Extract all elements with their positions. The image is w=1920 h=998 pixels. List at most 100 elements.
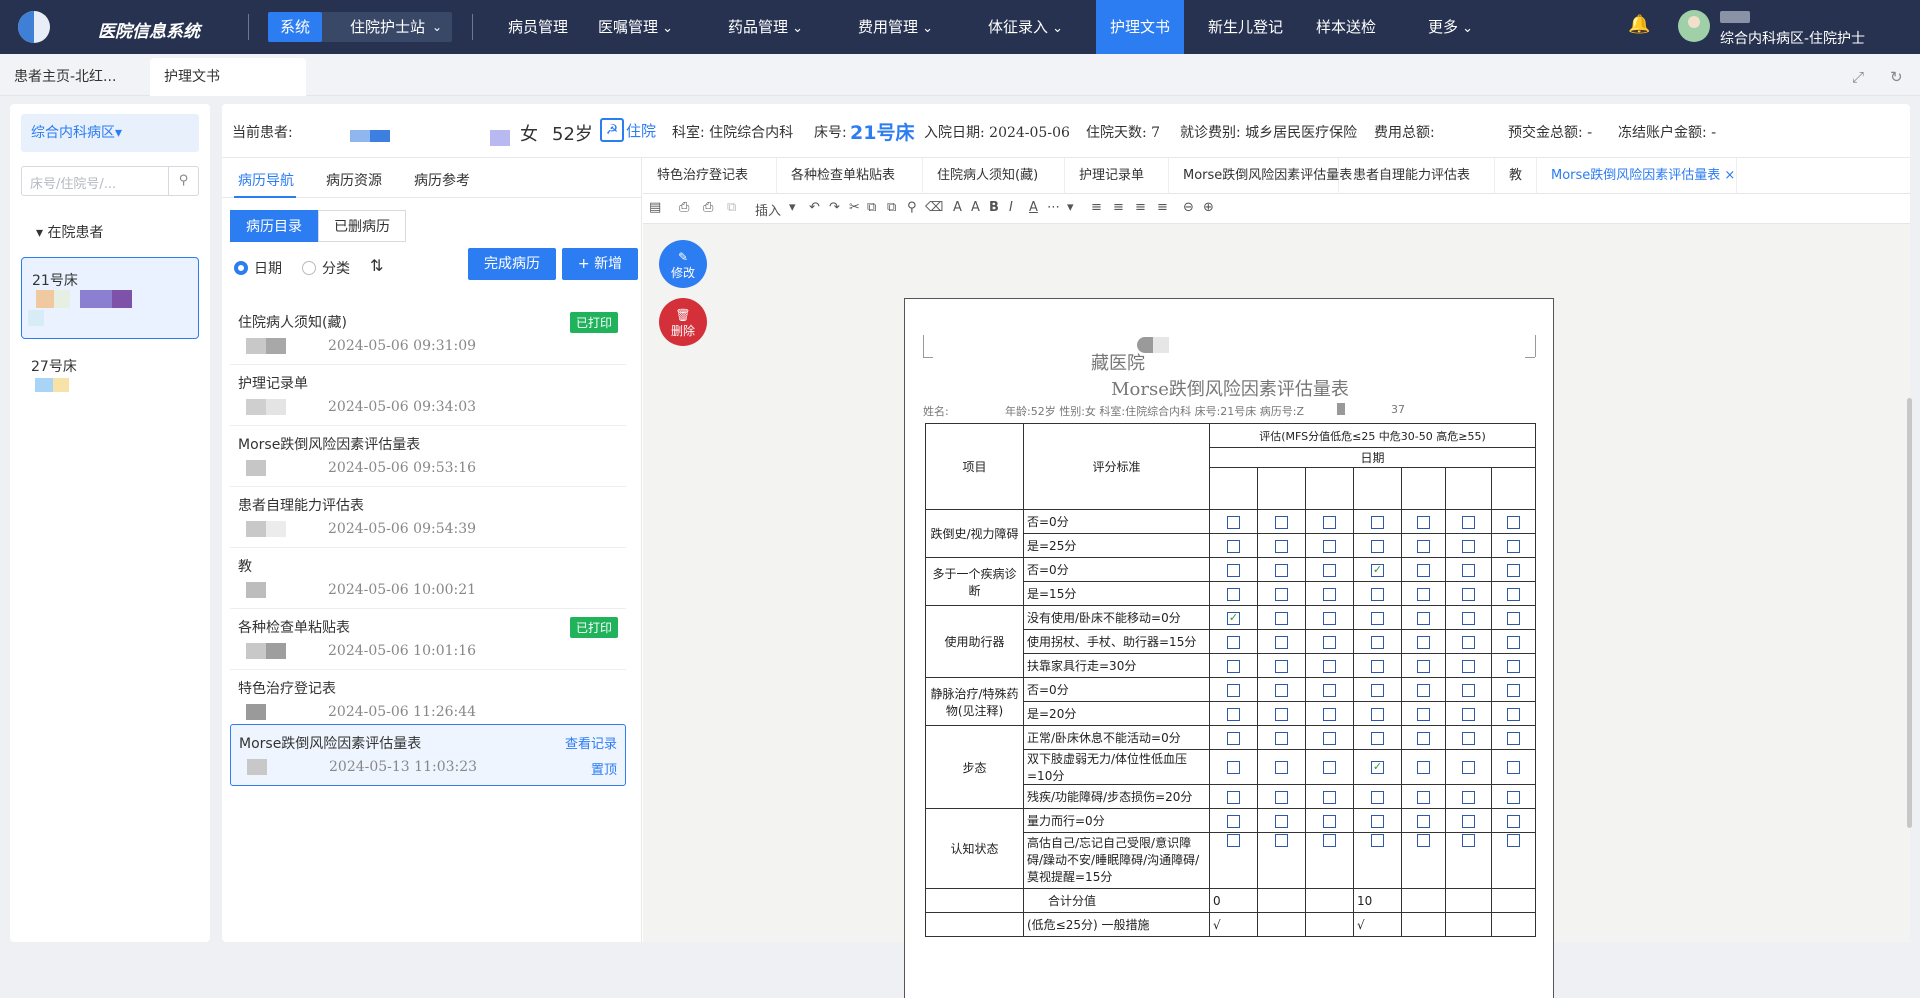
paste-icon[interactable]: ⧉ [887,200,896,215]
checkbox-icon[interactable] [1462,731,1475,745]
checked-box-icon[interactable]: ✓ [1227,611,1240,625]
checkbox-icon[interactable] [1227,635,1240,649]
nav-item-7[interactable]: 样本送检 [1316,0,1376,54]
checked-box-icon[interactable]: ✓ [1371,761,1384,774]
checkbox-icon[interactable] [1417,659,1430,673]
nav-item-2[interactable]: 药品管理 ⌄ [728,0,803,54]
patient-search-input[interactable]: 床号/住院号/... ⚲ [21,166,199,196]
checkbox-icon[interactable] [1462,707,1475,721]
doc-tab[interactable]: 护理记录单 [1065,158,1169,194]
font-icon[interactable]: A [953,200,962,215]
nav-item-0[interactable]: 病员管理 [508,0,568,54]
checkbox-icon[interactable] [1462,515,1475,529]
user-ward-label[interactable]: 综合内科病区-住院护士 [1720,28,1865,48]
lock-icon[interactable]: ⚲ [907,200,917,215]
checkbox-icon[interactable] [1507,731,1520,745]
list-icon[interactable]: ≡ [1091,200,1102,215]
align-right-icon[interactable]: ≡ [1157,200,1168,215]
complete-record-button[interactable]: 完成病历 [468,248,556,280]
record-item[interactable]: 特色治疗登记表 2024-05-06 11:26:44 [230,670,626,731]
deleted-records-button[interactable]: 已删病历 [318,210,406,242]
vertical-scrollbar[interactable] [1907,398,1912,828]
delete-button[interactable]: 🗑 删除 [659,298,707,346]
eraser-icon[interactable]: ⌫ [925,200,943,215]
record-item[interactable]: 教 2024-05-06 10:00:21 [230,548,626,609]
checkbox-icon[interactable] [1507,707,1520,721]
bell-icon[interactable]: 🔔 [1628,14,1650,35]
zoom-in-icon[interactable]: ⊕ [1203,200,1214,215]
bold-icon[interactable]: B [989,200,999,215]
doc-tab[interactable]: Morse跌倒风险因素评估量表 × [1537,158,1737,194]
checkbox-icon[interactable] [1323,611,1336,625]
checkbox-icon[interactable] [1462,659,1475,673]
doc-tab[interactable]: 各种检查单粘贴表 [777,158,923,194]
checkbox-icon[interactable] [1275,707,1288,721]
checkbox-icon[interactable] [1462,814,1475,828]
checkbox-icon[interactable] [1227,683,1240,697]
zoom-out-icon[interactable]: ⊖ [1183,200,1194,215]
checkbox-icon[interactable] [1323,790,1336,804]
checkbox-icon[interactable] [1507,834,1520,847]
font-color-icon[interactable]: A [1029,200,1038,215]
record-item[interactable]: 各种检查单粘贴表 2024-05-06 10:01:16 已打印 [230,609,626,670]
checkbox-icon[interactable] [1323,761,1336,774]
record-item[interactable]: 住院病人须知(藏) 2024-05-06 09:31:09 已打印 [230,304,626,365]
checkbox-icon[interactable] [1227,814,1240,828]
checkbox-icon[interactable] [1371,814,1384,828]
record-item[interactable]: 患者自理能力评估表 2024-05-06 09:54:39 [230,487,626,548]
tab-record-reference[interactable]: 病历参考 [414,170,470,190]
checkbox-icon[interactable] [1371,731,1384,745]
checkbox-icon[interactable] [1417,834,1430,847]
redo-icon[interactable]: ↷ [829,200,840,215]
checkbox-icon[interactable] [1323,683,1336,697]
checkbox-icon[interactable] [1275,659,1288,673]
checkbox-icon[interactable] [1323,707,1336,721]
checkbox-icon[interactable] [1275,563,1288,577]
checkbox-icon[interactable] [1275,814,1288,828]
checkbox-icon[interactable] [1507,761,1520,774]
checkbox-icon[interactable] [1371,635,1384,649]
tab-record-nav[interactable]: 病历导航 [238,170,294,190]
ward-selector[interactable]: 综合内科病区▾ [21,114,199,152]
page-setup-icon[interactable]: ▤ [649,200,661,215]
checkbox-icon[interactable] [1371,539,1384,553]
doc-tab[interactable]: Morse跌倒风险因素评估量表 [1169,158,1352,194]
record-item[interactable]: 护理记录单 2024-05-06 09:34:03 [230,365,626,426]
edit-button[interactable]: ✎ 修改 [659,240,707,288]
checkbox-icon[interactable] [1227,707,1240,721]
record-item[interactable]: Morse跌倒风险因素评估量表 2024-05-06 09:53:16 [230,426,626,487]
doc-tab[interactable]: 教 [1495,158,1537,194]
checkbox-icon[interactable] [1371,587,1384,601]
checkbox-icon[interactable] [1507,635,1520,649]
pin-top-link[interactable]: 置顶 [591,759,617,778]
nav-item-4[interactable]: 体征录入 ⌄ [988,0,1063,54]
refresh-icon[interactable]: ↻ [1890,68,1903,86]
checkbox-icon[interactable] [1417,635,1430,649]
search-icon[interactable]: ⚲ [168,167,198,195]
checkbox-icon[interactable] [1417,707,1430,721]
checkbox-icon[interactable] [1275,761,1288,774]
tab-record-resources[interactable]: 病历资源 [326,170,382,190]
avatar[interactable] [1678,10,1710,42]
font-size-icon[interactable]: A [971,200,980,215]
undo-icon[interactable]: ↶ [809,200,820,215]
checkbox-icon[interactable] [1462,587,1475,601]
checkbox-icon[interactable] [1323,563,1336,577]
checkbox-icon[interactable] [1275,587,1288,601]
cut-icon[interactable]: ✂ [849,200,860,215]
nav-item-6[interactable]: 新生儿登记 [1208,0,1283,54]
checkbox-icon[interactable] [1323,587,1336,601]
checkbox-icon[interactable] [1323,731,1336,745]
checkbox-icon[interactable] [1462,635,1475,649]
checkbox-icon[interactable] [1462,683,1475,697]
doc-tab[interactable]: 住院病人须知(藏) [923,158,1065,194]
fullscreen-icon[interactable]: ⤢ [1852,68,1864,86]
view-record-link[interactable]: 查看记录 [565,733,617,752]
checkbox-icon[interactable] [1507,515,1520,529]
checkbox-icon[interactable] [1507,814,1520,828]
checkbox-icon[interactable] [1462,834,1475,847]
bed-card-27[interactable]: 27号床 [21,344,199,426]
tab-patient-home[interactable]: 患者主页-北红... [0,58,130,96]
record-item-selected[interactable]: Morse跌倒风险因素评估量表 2024-05-13 11:03:23 查看记录… [230,724,626,786]
sort-order-icon[interactable]: ⇅ [370,256,383,275]
